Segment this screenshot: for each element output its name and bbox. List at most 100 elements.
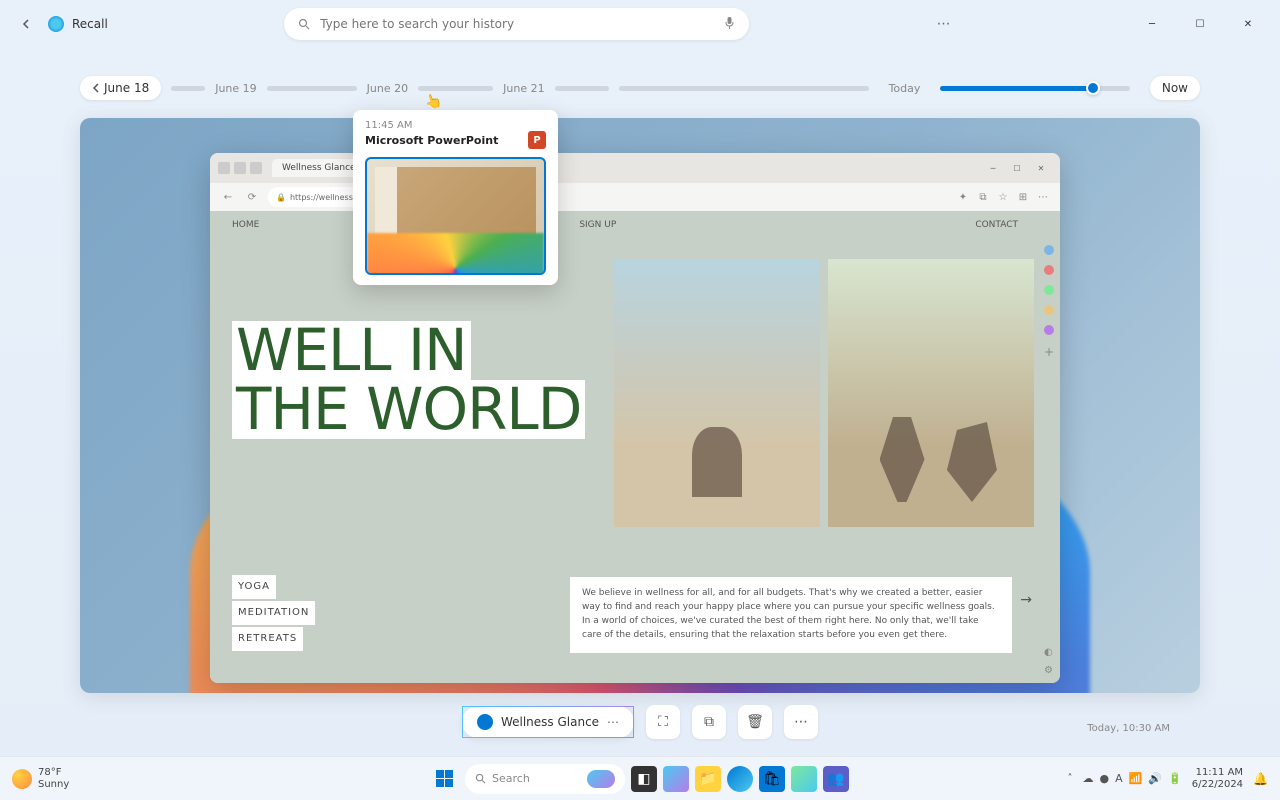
chip-more-icon[interactable]: ⋯ [607, 715, 619, 729]
link-retreats[interactable]: RETREATS [232, 627, 303, 651]
source-chip[interactable]: Wellness Glance ⋯ [462, 706, 634, 738]
next-arrow-icon[interactable]: → [1020, 592, 1032, 608]
taskbar-clock[interactable]: 11:11 AM 6/22/2024 [1192, 767, 1243, 791]
tab-title: Wellness Glance [282, 163, 356, 173]
progress-handle[interactable] [1086, 81, 1100, 95]
clock-time: 11:11 AM [1192, 767, 1243, 779]
hero-line1: WELL IN [232, 321, 471, 380]
sun-icon [12, 769, 32, 789]
clock-date: 6/22/2024 [1192, 779, 1243, 791]
timeline-today-label: Today [889, 82, 921, 95]
crop-button[interactable]: ⛶ [646, 705, 680, 739]
mic-icon[interactable] [724, 15, 735, 34]
addr-ext-icon[interactable]: ✦ [956, 190, 970, 204]
browser-back-icon[interactable]: ← [220, 189, 236, 205]
header-more-button[interactable]: ⋯ [932, 12, 956, 36]
weather-condition: Sunny [38, 779, 69, 791]
timeline-segment[interactable] [267, 86, 357, 91]
nav-contact[interactable]: CONTACT [975, 220, 1018, 230]
browser-maximize[interactable]: ☐ [1006, 159, 1028, 177]
photo-yoga-meditation [614, 259, 820, 527]
browser-close[interactable]: ✕ [1030, 159, 1052, 177]
sidebar-icon[interactable] [1044, 245, 1054, 255]
chip-label: Wellness Glance [501, 715, 599, 729]
store-icon[interactable]: 🛍 [759, 766, 785, 792]
tray-language-icon[interactable]: A [1115, 772, 1123, 785]
copy-button[interactable]: ⧉ [692, 705, 726, 739]
search-input[interactable] [320, 17, 714, 31]
now-button[interactable]: Now [1150, 76, 1200, 100]
nav-signup[interactable]: SIGN UP [579, 220, 616, 230]
progress-fill [940, 86, 1090, 91]
nav-home[interactable]: HOME [232, 220, 259, 230]
back-button[interactable] [12, 10, 40, 38]
close-button[interactable]: ✕ [1228, 10, 1268, 38]
browser-minimize[interactable]: ─ [982, 159, 1004, 177]
timeline-segment[interactable] [619, 86, 869, 91]
tray-wifi-icon[interactable]: 📶 [1129, 772, 1143, 785]
timeline-date-current[interactable]: June 18 [80, 76, 161, 100]
addr-split-icon[interactable]: ⧉ [976, 190, 990, 204]
addr-collections-icon[interactable]: ⊞ [1016, 190, 1030, 204]
tray-battery-icon[interactable]: 🔋 [1168, 772, 1182, 785]
timeline-tooltip: 11:45 AM Microsoft PowerPoint P [353, 110, 558, 285]
sidebar-contrast-icon[interactable]: ◐ [1044, 647, 1056, 659]
tooltip-time: 11:45 AM [365, 120, 546, 131]
minimize-button[interactable]: ─ [1132, 10, 1172, 38]
tooltip-preview[interactable] [365, 157, 546, 275]
copilot-icon[interactable] [663, 766, 689, 792]
search-icon [298, 15, 310, 34]
weather-widget[interactable]: 78°F Sunny [12, 767, 69, 791]
timeline-date: June 20 [367, 82, 408, 95]
chevron-left-icon [92, 83, 100, 93]
taskbar-search[interactable]: Search [465, 764, 625, 794]
timeline-segment[interactable] [171, 86, 205, 91]
notifications-icon[interactable]: 🔔 [1253, 772, 1268, 786]
lock-icon: 🔒 [276, 193, 286, 202]
explorer-icon[interactable]: 📁 [695, 766, 721, 792]
maximize-button[interactable]: ☐ [1180, 10, 1220, 38]
start-button[interactable] [431, 765, 459, 793]
tray-chevron-icon[interactable]: ˄ [1068, 773, 1073, 784]
teams-icon[interactable]: 👥 [823, 766, 849, 792]
sidebar-icon[interactable] [1044, 305, 1054, 315]
link-yoga[interactable]: YOGA [232, 575, 276, 599]
timeline-date: June 21 [503, 82, 544, 95]
sidebar-icon[interactable] [1044, 265, 1054, 275]
tray-volume-icon[interactable]: 🔊 [1148, 772, 1162, 785]
recall-taskbar-icon[interactable] [791, 766, 817, 792]
edge-sidebar: + [1040, 239, 1058, 683]
timeline-progress[interactable] [940, 86, 1129, 91]
powerpoint-icon: P [528, 131, 546, 149]
timeline: June 18 June 19 June 20 June 21 Today No… [0, 68, 1280, 108]
sidebar-settings-icon[interactable]: ⚙ [1044, 665, 1056, 677]
taskbar-search-pill [587, 770, 615, 788]
link-meditation[interactable]: MEDITATION [232, 601, 315, 625]
browser-refresh-icon[interactable]: ⟳ [244, 189, 260, 205]
addr-fav-icon[interactable]: ☆ [996, 190, 1010, 204]
weather-temp: 78°F [38, 767, 69, 779]
tray-onedrive-icon[interactable]: ☁ [1083, 772, 1094, 785]
timeline-segment[interactable] [555, 86, 609, 91]
tray-status-icon[interactable]: ● [1100, 772, 1110, 785]
browser-tab-icons [218, 162, 262, 174]
hero-line2: THE WORLD [232, 380, 585, 439]
sidebar-icon[interactable] [1044, 285, 1054, 295]
snapshot-timestamp: Today, 10:30 AM [1087, 723, 1170, 734]
search-box[interactable] [284, 8, 749, 40]
tooltip-app-name: Microsoft PowerPoint [365, 134, 498, 147]
sidebar-add-icon[interactable]: + [1044, 345, 1054, 355]
hero-title: WELL IN THE WORLD [232, 321, 585, 439]
actions-more-button[interactable]: ⋯ [784, 705, 818, 739]
taskview-icon[interactable]: ◧ [631, 766, 657, 792]
timeline-segment[interactable] [418, 86, 493, 91]
sidebar-icon[interactable] [1044, 325, 1054, 335]
webpage-content: HOME SIGN UP CONTACT WELL IN THE WORLD Y… [210, 211, 1060, 683]
edge-taskbar-icon[interactable] [727, 766, 753, 792]
photo-yoga-stretch [828, 259, 1034, 527]
search-icon [475, 773, 486, 784]
addr-more-icon[interactable]: ⋯ [1036, 190, 1050, 204]
timeline-date-label: June 18 [104, 81, 149, 95]
delete-button[interactable]: 🗑 [738, 705, 772, 739]
snapshot-preview: Wellness Glance × ─ ☐ ✕ ← ⟳ 🔒 https://we… [80, 118, 1200, 693]
